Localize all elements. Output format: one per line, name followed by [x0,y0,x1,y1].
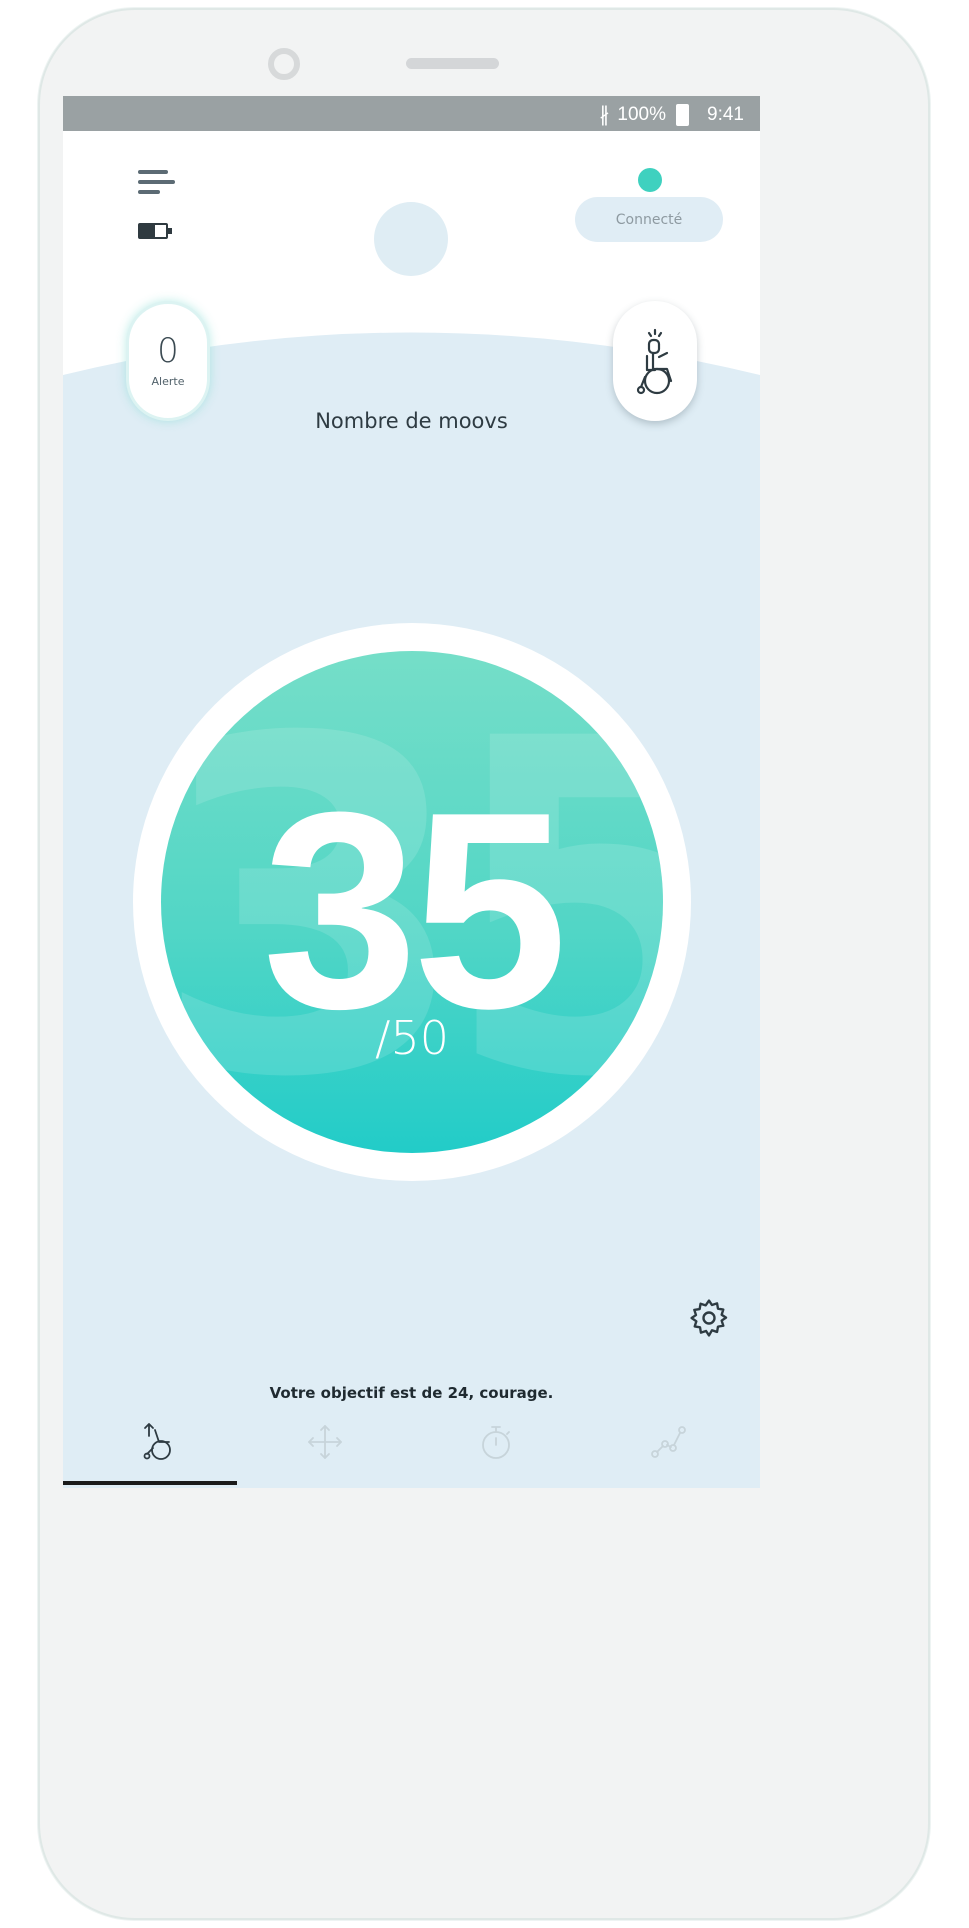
wheelchair-icon [636,328,673,395]
wheelchair-tilt-icon [143,1423,171,1460]
tab-progress[interactable] [640,1418,700,1468]
battery-icon [676,103,690,126]
menu-icon[interactable] [138,170,178,196]
status-bar-right: ∦ 100% 9:41 [599,102,744,127]
app-screen: ∦ 100% 9:41 Connecté 0 Alerte Nombre de … [63,96,760,1488]
gear-icon[interactable] [687,1296,731,1340]
status-time: 9:41 [707,103,744,125]
connection-status-dot [638,168,662,192]
objective-message: Votre objectif est de 24, courage. [269,1384,554,1402]
front-camera [268,48,300,80]
moovs-counter[interactable]: 35 35 /50 [161,651,663,1153]
alert-counter-button[interactable]: 0 Alerte [126,301,210,421]
avatar[interactable] [374,202,448,276]
move-arrows-icon [308,1425,342,1459]
stopwatch-icon [482,1426,510,1459]
alert-count: 0 [157,331,179,371]
status-bar: ∦ 100% 9:41 [63,96,760,131]
tab-movement[interactable] [297,1418,357,1468]
connection-status-button[interactable]: Connecté [575,197,723,242]
earpiece-speaker [406,58,499,69]
moovs-title: Nombre de moovs [315,409,508,433]
tab-moovs[interactable] [131,1418,191,1468]
active-tab-indicator [63,1481,237,1485]
bluetooth-icon: ∦ [599,104,610,126]
progress-chart-icon [651,1426,686,1458]
tab-timer[interactable] [468,1418,528,1468]
moovs-count: 35 [262,755,567,1067]
posture-button[interactable] [613,301,697,421]
alert-label: Alerte [151,375,185,388]
battery-percent: 100% [617,103,667,125]
device-battery-icon [138,223,172,239]
moovs-goal: /50 [374,1011,450,1065]
